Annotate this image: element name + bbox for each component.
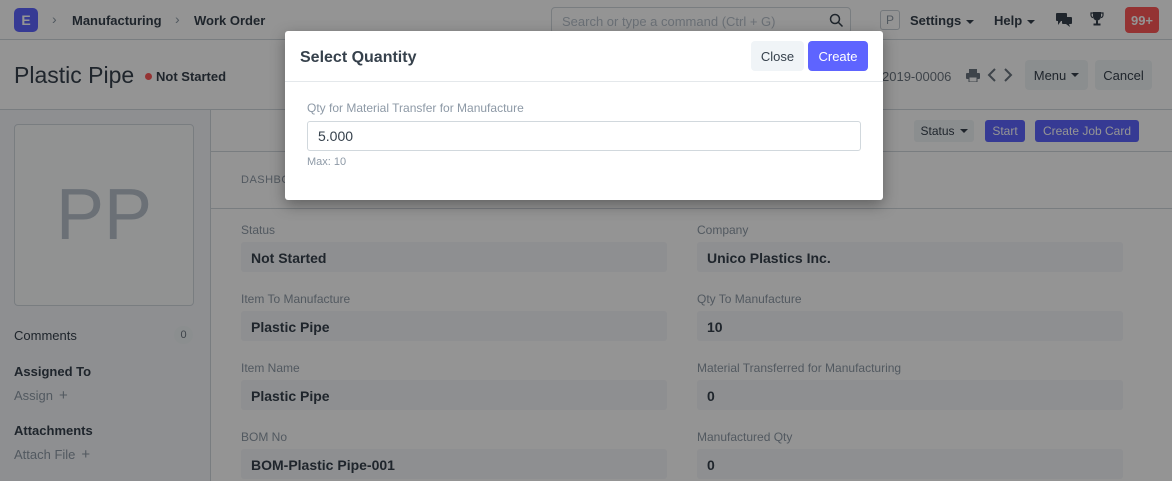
create-button[interactable]: Create (808, 41, 868, 71)
qty-input[interactable] (307, 121, 861, 151)
modal-title: Select Quantity (300, 49, 417, 66)
qty-help-text: Max: 10 (307, 156, 347, 168)
close-button[interactable]: Close (751, 41, 804, 71)
qty-field-label: Qty for Material Transfer for Manufactur… (307, 101, 524, 115)
select-quantity-dialog: Select Quantity Close Create Qty for Mat… (285, 31, 883, 200)
modal-header: Select Quantity Close Create (285, 31, 883, 82)
